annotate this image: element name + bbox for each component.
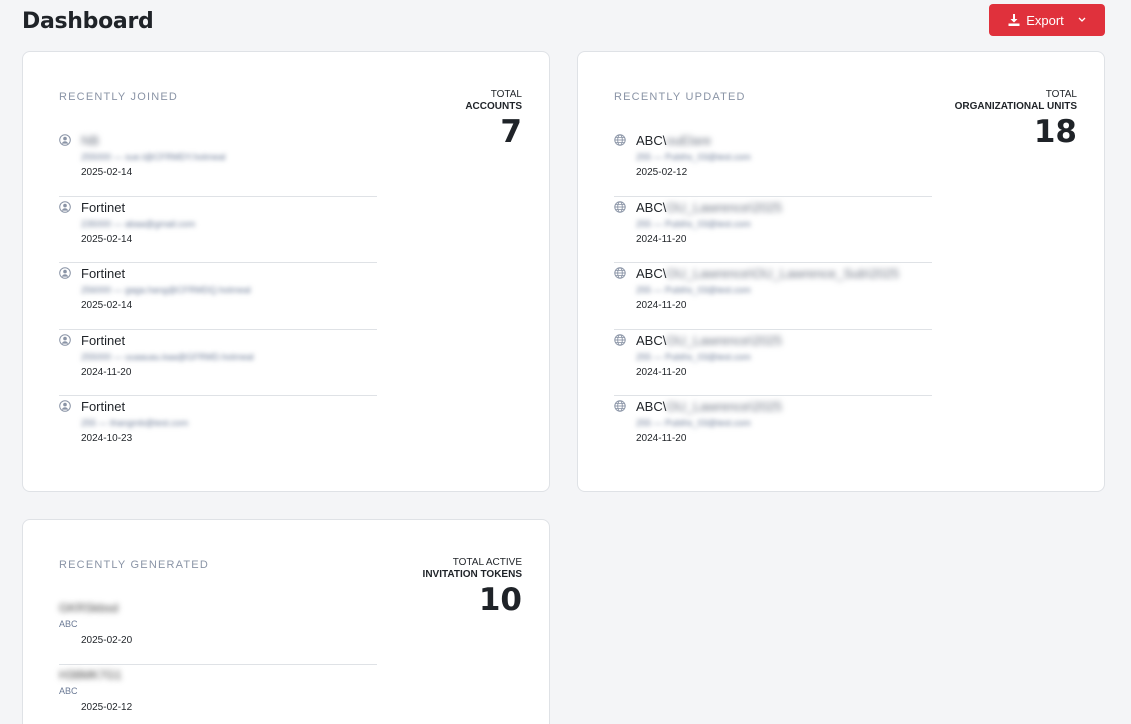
user-circle-icon <box>59 134 71 146</box>
account-name: Fortinet <box>81 332 126 348</box>
org-unit-name: ABC\OU_Lawrence\2025 <box>636 199 782 215</box>
org-unit-detail: 255 — Pubihs_03@test.com <box>636 351 751 362</box>
org-unit-name: ABC\OU_Lawrence\2025 <box>636 332 782 348</box>
recently-joined-label: RECENTLY JOINED <box>59 91 179 103</box>
list-item[interactable]: ABC\OU_Lawrence\OU_Lawrence_Sub\2025 255… <box>614 263 932 330</box>
account-date: 2025-02-14 <box>81 300 133 312</box>
list-item[interactable]: ABC\OU_Lawrence\2025 255 — Pubihs_03@tes… <box>614 396 932 463</box>
account-name: Fortinet <box>81 199 126 215</box>
export-button-label: Export <box>1026 12 1064 28</box>
account-date: 2024-11-20 <box>81 366 132 378</box>
org-unit-name: ABC\OU_Lawrence\2025 <box>636 399 782 415</box>
total-accounts-stat: TOTAL ACCOUNTS 7 <box>465 89 522 149</box>
recently-updated-list: ABC\ouElare 255 — Pubihs_03@test.com 202… <box>614 130 932 463</box>
org-unit-date: 2024-11-20 <box>636 366 687 378</box>
account-name: NB <box>81 133 100 148</box>
org-unit-detail: 255 — Pubihs_03@test.com <box>636 218 751 229</box>
token-org: ABC <box>59 619 78 629</box>
user-circle-icon <box>59 333 71 346</box>
org-unit-detail: 255 — Pubihs_03@test.com <box>636 285 751 296</box>
recently-generated-card: RECENTLY GENERATED TOTAL ACTIVE INVITATI… <box>22 519 550 724</box>
globe-icon <box>614 267 626 279</box>
list-item[interactable]: Fortinet 256000 — gaga.hang@CFRMDQ.hotme… <box>59 263 377 330</box>
token-date: 2025-02-12 <box>81 701 133 713</box>
user-circle-icon <box>59 200 71 213</box>
stat-value: 18 <box>1033 114 1077 150</box>
stat-caption: TOTAL <box>1045 89 1077 100</box>
account-detail: 255000 — sue.t@CFRMDY.hotmeal <box>81 152 226 162</box>
list-item[interactable]: Fortinet 235000 — abaa@gmail.com 2025-02… <box>59 197 377 264</box>
recently-updated-card: RECENTLY UPDATED TOTAL ORGANIZATIONAL UN… <box>577 51 1105 492</box>
token-org: ABC <box>59 685 78 696</box>
recently-joined-card: RECENTLY JOINED TOTAL ACCOUNTS 7 NB 2550… <box>22 51 550 492</box>
download-icon <box>1008 14 1020 26</box>
token-code: GKRSkbsd <box>59 601 119 615</box>
recently-generated-list: GKRSkbsd ABC 2025-02-20 H38MK7G1 ABC 202… <box>59 598 377 724</box>
org-unit-name: ABC\OU_Lawrence\OU_Lawrence_Sub\2025 <box>636 266 900 282</box>
user-circle-icon <box>59 267 71 279</box>
stat-value: 7 <box>500 114 522 150</box>
stat-title: ORGANIZATIONAL UNITS <box>954 101 1077 112</box>
list-item[interactable]: NB 255000 — sue.t@CFRMDY.hotmeal 2025-02… <box>59 130 377 197</box>
export-button[interactable]: Export <box>989 4 1105 36</box>
list-item[interactable]: ABC\OU_Lawrence\2025 255 — Pubihs_03@tes… <box>614 197 932 264</box>
account-name: Fortinet <box>81 266 126 282</box>
account-detail: 256000 — gaga.hang@CFRMDQ.hotmeal <box>81 285 251 296</box>
org-unit-date: 2024-11-20 <box>636 300 687 312</box>
list-item[interactable]: H38MK7G1 ABC 2025-02-12 <box>59 665 377 724</box>
globe-icon <box>614 134 626 146</box>
list-item[interactable]: ABC\ouElare 255 — Pubihs_03@test.com 202… <box>614 130 932 197</box>
account-detail: 255 — thangmb@test.com <box>81 418 189 429</box>
token-date: 2025-02-20 <box>81 635 133 646</box>
page-title: Dashboard <box>22 9 154 34</box>
globe-icon <box>614 334 626 346</box>
list-item[interactable]: GKRSkbsd ABC 2025-02-20 <box>59 598 377 665</box>
globe-icon <box>614 200 626 213</box>
account-date: 2024-10-23 <box>81 433 133 445</box>
stat-caption: TOTAL <box>490 89 522 100</box>
globe-icon <box>614 400 626 413</box>
account-detail: 235000 — abaa@gmail.com <box>81 218 196 229</box>
chevron-down-icon <box>1078 17 1086 23</box>
account-detail: 255000 — uuaauau.kaa@GFRMD.hotmeal <box>81 351 254 362</box>
total-tokens-stat: TOTAL ACTIVE INVITATION TOKENS 10 <box>423 557 522 617</box>
stat-title: ACCOUNTS <box>465 101 522 112</box>
org-unit-name: ABC\ouElare <box>636 133 712 148</box>
list-item[interactable]: Fortinet 255 — thangmb@test.com 2024-10-… <box>59 396 377 463</box>
list-item[interactable]: Fortinet 255000 — uuaauau.kaa@GFRMD.hotm… <box>59 330 377 397</box>
total-org-units-stat: TOTAL ORGANIZATIONAL UNITS 18 <box>955 89 1077 149</box>
org-unit-detail: 255 — Pubihs_03@test.com <box>636 152 751 162</box>
stat-title: INVITATION TOKENS <box>422 569 522 580</box>
recently-generated-label: RECENTLY GENERATED <box>59 559 209 571</box>
token-code: H38MK7G1 <box>59 667 122 682</box>
account-name: Fortinet <box>81 399 126 415</box>
org-unit-date: 2024-11-20 <box>636 433 687 445</box>
stat-caption: TOTAL ACTIVE <box>452 557 522 568</box>
stat-value: 10 <box>478 582 522 618</box>
user-circle-icon <box>59 400 71 413</box>
org-unit-detail: 255 — Pubihs_03@test.com <box>636 418 751 429</box>
org-unit-date: 2025-02-12 <box>636 167 688 178</box>
recently-updated-label: RECENTLY UPDATED <box>614 91 746 103</box>
list-item[interactable]: ABC\OU_Lawrence\2025 255 — Pubihs_03@tes… <box>614 330 932 397</box>
recently-joined-list: NB 255000 — sue.t@CFRMDY.hotmeal 2025-02… <box>59 130 377 463</box>
org-unit-date: 2024-11-20 <box>636 233 687 245</box>
account-date: 2025-02-14 <box>81 167 133 178</box>
account-date: 2025-02-14 <box>81 233 133 245</box>
